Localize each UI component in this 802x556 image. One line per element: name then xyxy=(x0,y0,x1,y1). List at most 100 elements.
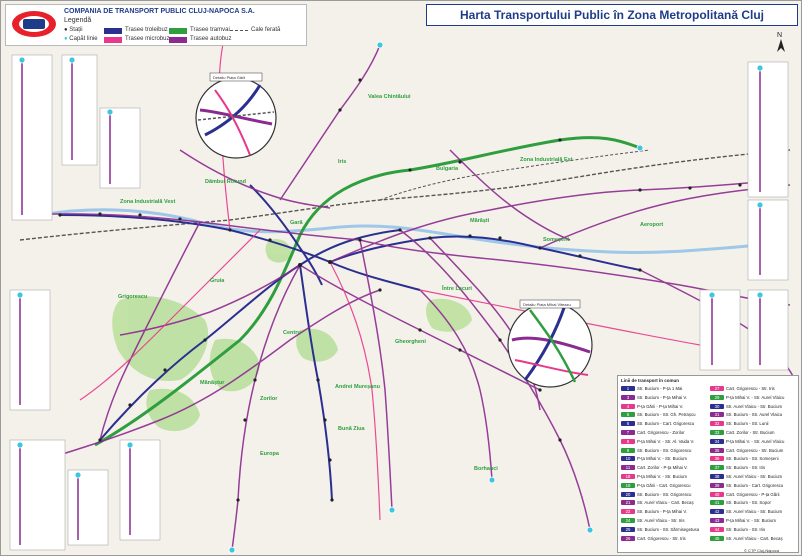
table-row: 9 Str. Bucium - Str. Grigorescu xyxy=(621,447,692,453)
tram-swatch xyxy=(169,28,187,34)
line-route: Str. Bucium - Str. Gh. Petrașcu xyxy=(637,412,696,418)
district-label: Andrei Mureșanu xyxy=(335,384,380,390)
line-route: Str. Bucium - Str. Lunii xyxy=(726,421,769,427)
line-number: 35 xyxy=(710,447,724,453)
line-number: 3 xyxy=(621,394,635,400)
table-row: 21 Str. Aurel Vlaicu - Cart. Becaș xyxy=(621,500,694,506)
table-row: 22 Str. Bucium - P-ța Mihai V. xyxy=(621,509,687,515)
line-number: 37 xyxy=(710,465,724,471)
table-row: 3 Str. Bucium - P-ța Mihai V. xyxy=(621,394,687,400)
legend-railway: Cale ferată xyxy=(251,27,281,33)
district-label: Zona Industrială Vest xyxy=(120,199,175,205)
table-row: 35 Cart. Grigorescu - Str. Bucium xyxy=(710,447,784,453)
line-number: 24 xyxy=(621,518,635,523)
district-label: Zorilor xyxy=(260,396,278,402)
legend-label: Stații xyxy=(69,27,83,33)
company-name: COMPANIA DE TRANSPORT PUBLIC CLUJ-NAPOCA… xyxy=(64,8,255,15)
table-row: 18 P-ța Mihai V. - Str. Bucium xyxy=(621,474,687,479)
line-number: 26 xyxy=(621,535,635,541)
legend-bus: Trasee autobuz xyxy=(190,36,232,42)
compass-icon: N xyxy=(777,32,785,52)
line-route: Str. Bucium - Str. Someșeni xyxy=(726,456,779,462)
line-route: Str. Bucium - Str. Sărmisegetusa xyxy=(637,526,700,532)
district-label: Europa xyxy=(260,451,280,457)
line-number: 21 xyxy=(621,500,635,506)
credit-text: © CTP Cluj-Napoca xyxy=(744,548,780,553)
line-number: 8 xyxy=(621,438,635,444)
line-number: 29 xyxy=(710,394,724,400)
table-row: 1 Str. Bucium - P-ța 1 Mai xyxy=(621,386,682,391)
table-row: 38 Str. Aurel Vlaicu - Str. Bucium xyxy=(710,474,782,479)
line-table: Linii de transport în comun 1 Str. Bucium… xyxy=(617,375,799,553)
line-number: 11 xyxy=(621,465,635,471)
line-number: 19 xyxy=(621,482,635,488)
table-row: 29 P-ța Mihai V. - Str. Aurel Vlaicu xyxy=(710,394,785,400)
table-row: 43 P-ța Mihai V. - Str. Bucium xyxy=(710,518,776,523)
table-row: 24 Str. Aurel Vlaicu - Str. Iris xyxy=(621,518,685,523)
district-label: Someșeni xyxy=(543,237,569,243)
table-row: 26 Cart. Grigorescu - Str. Iris xyxy=(621,535,686,541)
table-row: 36 Str. Bucium - Str. Someșeni xyxy=(710,456,779,462)
line-route: Str. Bucium - Str. Grigorescu xyxy=(637,447,692,453)
line-number: 32 xyxy=(710,421,724,427)
district-label: Centru xyxy=(283,330,301,336)
bus-swatch xyxy=(169,37,187,43)
line-route: P-ța Mihai V. - Str. Aurel Vlaicu xyxy=(726,394,785,400)
legend-title: Legendă xyxy=(64,17,92,24)
line-route: Str. Bucium - P-ța 1 Mai xyxy=(637,386,683,391)
line-number: 18 xyxy=(621,474,635,479)
district-label: Bulgaria xyxy=(436,166,459,172)
district-label: Mărăști xyxy=(470,218,490,224)
line-route: Str. Bucium - Str. Grigorescu xyxy=(637,491,692,497)
legend-stations: ● Stații xyxy=(64,27,83,33)
line-route: Str. Aurel Vlaicu - Cart. Becaș xyxy=(726,535,783,541)
line-number: 38 xyxy=(710,474,724,479)
line-route: Str. Bucium - Str. Sopor xyxy=(726,500,771,506)
inset-title: Detaliu Piața Gării xyxy=(213,75,245,80)
district-label: Gheorgheni xyxy=(395,339,426,345)
table-row: 42 Str. Aurel Vlaicu - Str. Bucium xyxy=(710,509,783,515)
line-number: 31 xyxy=(710,412,724,418)
line-route: Str. Aurel Vlaicu - Str. Bucium xyxy=(726,403,783,409)
district-label: Zona Industrială Est xyxy=(520,157,573,163)
table-title: Linii de transport în comun xyxy=(621,378,680,383)
line-route: P-ța Mihai V. - Str. Al. Vaida V. xyxy=(637,438,695,444)
line-route: Str. Aurel Vlaicu - Str. Iris xyxy=(637,518,685,523)
line-route: Str. Aurel Vlaicu - Str. Bucium xyxy=(726,474,783,479)
map-title: Harta Transportului Public în Zona Metro… xyxy=(459,8,765,22)
table-row: 37 Str. Bucium - Str. Iris xyxy=(710,465,766,471)
line-route: P-ța Gării - Cart. Grigorescu xyxy=(637,482,691,488)
line-route: Cart. Grigorescu - Str. Bucium xyxy=(726,447,784,453)
table-row: 32 Str. Bucium - Str. Lunii xyxy=(710,421,769,427)
line-route: Cart. Grigorescu - Str. Iris xyxy=(637,535,686,541)
line-number: 5 xyxy=(621,412,635,418)
line-route: Cart. Grigorescu - Zorilor xyxy=(637,430,685,435)
line-number: 7 xyxy=(621,430,635,435)
title-panel: Harta Transportului Public în Zona Metro… xyxy=(426,4,798,26)
line-route: Str. Bucium - Str. Iris xyxy=(726,465,766,471)
line-number: 10 xyxy=(621,456,635,462)
line-route: P-ța Mihai V. - Str. Bucium xyxy=(637,474,687,479)
line-route: Str. Bucium - Cart. Grigorescu xyxy=(637,421,695,427)
line-number: 41 xyxy=(710,500,724,506)
line-number: 20 xyxy=(621,491,635,497)
table-row: 40 Cart. Grigorescu - P-ța Gării xyxy=(710,491,780,497)
line-number: 34 xyxy=(710,438,724,444)
line-route: Cart. Zorilor - P-ța Mihai V. xyxy=(637,465,688,471)
inset-title: Detaliu Piața Mihai Viteazu xyxy=(523,302,571,307)
legend-microbus: Trasee microbuz xyxy=(125,36,170,42)
svg-text:N: N xyxy=(777,32,782,39)
table-row: 33 Cart. Zorilor - Str. Bucium xyxy=(710,430,774,435)
line-number: 43 xyxy=(710,518,724,523)
table-row: 41 Str. Bucium - Str. Sopor xyxy=(710,500,771,506)
district-label: Aeroport xyxy=(640,222,663,228)
table-row: 7 Cart. Grigorescu - Zorilor xyxy=(621,430,685,435)
table-row: 5 Str. Bucium - Str. Gh. Petrașcu xyxy=(621,412,696,418)
table-row: 27 Cart. Grigorescu - Str. Iris xyxy=(710,386,775,391)
line-route: Str. Aurel Vlaicu - Str. Bucium xyxy=(726,509,783,515)
line-route: P-ța Mihai V. - Str. Bucium xyxy=(726,518,776,523)
trolleybus-swatch xyxy=(104,28,122,34)
line-route: P-ța Mihai V. - Str. Aurel Vlaicu xyxy=(726,438,785,444)
table-row: 44 Str. Bucium - Str. Iris xyxy=(710,526,765,532)
line-number: 25 xyxy=(621,526,635,532)
